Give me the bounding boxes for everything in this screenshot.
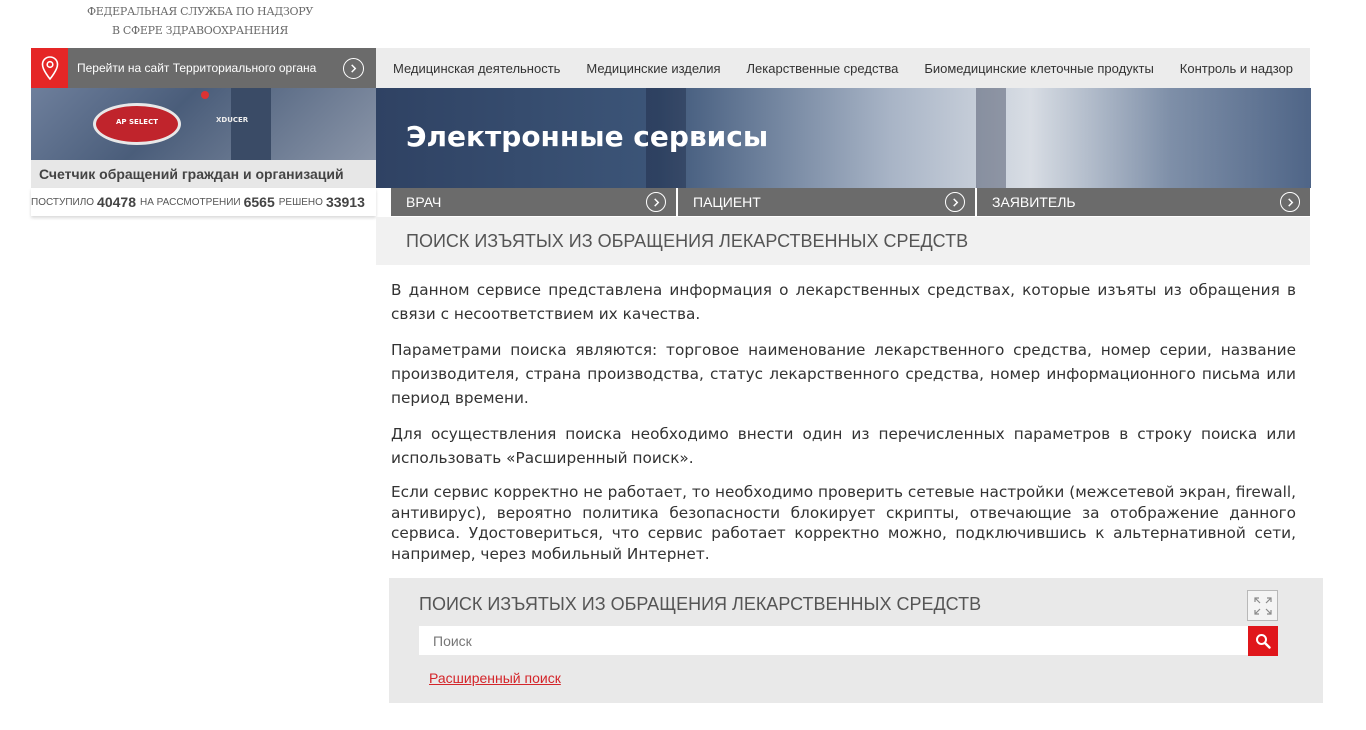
main-nav: Медицинская деятельность Медицинские изд… [376,48,1310,88]
counter-stats: поступило 40478 на рассмотрении 6565 реш… [31,188,376,216]
chevron-right-icon [343,57,364,79]
banner: Электронные сервисы [376,88,1311,188]
search-panel: ПОИСК ИЗЪЯТЫХ ИЗ ОБРАЩЕНИЯ ЛЕКАРСТВЕННЫХ… [389,578,1323,703]
role-applicant[interactable]: Заявитель [975,188,1310,216]
search-input[interactable] [419,626,1248,655]
chevron-right-icon [1280,192,1300,212]
description-paragraph: В данном сервисе представлена информация… [391,281,1296,323]
chevron-right-icon [945,192,965,212]
fullscreen-button[interactable] [1247,590,1278,621]
counter-received-label: поступило [31,196,95,208]
map-pin-icon [31,48,68,88]
description-paragraph: Параметрами поиска являются: торговое на… [391,341,1296,407]
device-text: XDUCER [216,116,249,124]
counter-received-value: 40478 [97,194,136,210]
chevron-right-icon [646,192,666,212]
banner-image-left: AP SELECT XDUCER [31,88,376,160]
role-tabs: Врач Пациент Заявитель [391,188,1310,216]
territorial-link-label: Перейти на сайт Территориального органа [77,61,317,75]
service-description: В данном сервисе представлена информация… [391,278,1296,577]
search-icon [1256,634,1271,649]
role-doctor-label: Врач [406,194,442,210]
territorial-link[interactable]: Перейти на сайт Территориального органа [31,48,376,88]
counter-solved-value: 33913 [325,194,365,210]
counter-review-value: 6565 [243,194,275,210]
counter-solved-label: решено [278,196,323,208]
nav-biomedical-products[interactable]: Биомедицинские клеточные продукты [924,61,1153,76]
device-indicator [201,91,209,99]
search-panel-title: ПОИСК ИЗЪЯТЫХ ИЗ ОБРАЩЕНИЯ ЛЕКАРСТВЕННЫХ… [419,594,982,614]
device-button: AP SELECT [93,103,181,145]
banner-shade [976,88,1006,188]
role-doctor[interactable]: Врач [391,188,676,216]
role-patient[interactable]: Пациент [676,188,975,216]
nav-control-supervision[interactable]: Контроль и надзор [1180,61,1293,76]
device-panel [231,88,271,160]
device-label: AP SELECT [116,118,158,126]
counter-review-label: на рассмотрении [139,196,241,208]
nav-medical-activity[interactable]: Медицинская деятельность [393,61,560,76]
section-title: ПОИСК ИЗЪЯТЫХ ИЗ ОБРАЩЕНИЯ ЛЕКАРСТВЕННЫХ… [376,217,1310,265]
description-paragraph: Для осуществления поиска необходимо внес… [391,425,1296,467]
role-applicant-label: Заявитель [992,194,1076,210]
search-button[interactable] [1248,626,1278,656]
role-patient-label: Пациент [693,194,761,210]
advanced-search-link[interactable]: Расширенный поиск [429,670,561,686]
nav-medicines[interactable]: Лекарственные средства [747,61,899,76]
org-logo-text[interactable]: ФЕДЕРАЛЬНАЯ СЛУЖБА ПО НАДЗОРУ В СФЕРЕ ЗД… [60,2,340,40]
org-name-line2: В СФЕРЕ ЗДРАВООХРАНЕНИЯ [111,24,289,37]
page-title: Электронные сервисы [406,120,769,153]
nav-medical-devices[interactable]: Медицинские изделия [586,61,720,76]
expand-icon [1253,596,1272,615]
counter-title[interactable]: Счетчик обращений граждан и организаций [31,160,376,188]
org-name-line1: ФЕДЕРАЛЬНАЯ СЛУЖБА ПО НАДЗОРУ [86,5,314,18]
description-paragraph: Если сервис корректно не работает, то не… [391,483,1296,564]
